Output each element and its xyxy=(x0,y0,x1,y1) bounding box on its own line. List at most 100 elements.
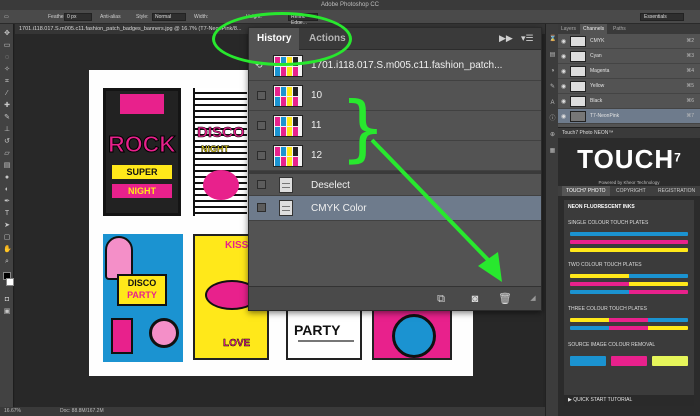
resize-grip-icon[interactable]: ◢ xyxy=(525,291,541,307)
eye-icon[interactable]: ◉ xyxy=(561,113,566,120)
new-document-icon[interactable]: ⧉ xyxy=(433,291,449,307)
two-plate-pink-yellow-button[interactable] xyxy=(570,282,688,286)
history-brush-source-checkbox[interactable] xyxy=(257,180,266,189)
history-snapshot-row[interactable]: 11 xyxy=(249,111,541,141)
healing-tool-icon[interactable]: ✚ xyxy=(3,102,11,110)
eraser-tool-icon[interactable]: ▱ xyxy=(3,150,11,158)
history-brush-source-icon[interactable]: ⟲ xyxy=(255,60,263,71)
history-brush-tool-icon[interactable]: ↺ xyxy=(3,138,11,146)
disco2-text: DISCO xyxy=(127,278,157,288)
quick-mask-icon[interactable]: ◘ xyxy=(3,296,11,304)
single-plate-pink-button[interactable] xyxy=(570,240,688,244)
marquee-tool-icon[interactable]: ▭ xyxy=(4,13,9,21)
brush-panel-icon[interactable]: ✎ xyxy=(549,84,556,91)
channel-thumbnail xyxy=(570,51,586,62)
antialias-checkbox-label[interactable]: Anti-alias xyxy=(100,13,121,21)
history-panel-icon[interactable]: ⌛ xyxy=(549,36,556,43)
tab-copyright[interactable]: COPYRIGHT xyxy=(612,186,650,196)
swatches-panel-icon[interactable]: ▦ xyxy=(549,148,556,155)
three-plate-alt-button[interactable] xyxy=(570,326,688,330)
three-plate-button[interactable] xyxy=(570,318,688,322)
channel-thumbnail xyxy=(570,96,586,107)
history-snapshot-row[interactable]: ⟲ 1701.i118.017.S.m005.c11.fashion_patch… xyxy=(249,51,541,81)
lasso-tool-icon[interactable]: ◌ xyxy=(3,54,11,62)
properties-panel-icon[interactable]: ▤ xyxy=(549,52,556,59)
channel-row[interactable]: ◉ Black ⌘6 xyxy=(558,94,700,109)
tab-actions[interactable]: Actions xyxy=(301,28,354,50)
channel-row[interactable]: ◉ Yellow ⌘5 xyxy=(558,79,700,94)
marquee-tool-icon[interactable]: ▭ xyxy=(3,42,11,50)
history-brush-source-checkbox[interactable] xyxy=(257,151,266,160)
blur-tool-icon[interactable]: ● xyxy=(3,174,11,182)
tab-paths[interactable]: Paths xyxy=(610,24,629,34)
single-plate-cyan-button[interactable] xyxy=(570,232,688,236)
character-panel-icon[interactable]: A xyxy=(549,100,556,107)
type-tool-icon[interactable]: T xyxy=(3,210,11,218)
workspace-select[interactable]: Essentials xyxy=(640,13,684,21)
single-plate-yellow-button[interactable] xyxy=(570,248,688,252)
pen-tool-icon[interactable]: ✒ xyxy=(3,198,11,206)
magic-wand-tool-icon[interactable]: ✧ xyxy=(3,66,11,74)
history-row-label: 1701.i118.017.S.m005.c11.fashion_patch..… xyxy=(311,60,503,71)
remove-cyan-button[interactable] xyxy=(570,356,606,366)
tab-history[interactable]: History xyxy=(249,28,300,50)
channel-row[interactable]: ◉ T7-NeonPink ⌘7 xyxy=(558,109,700,124)
channel-name: Black xyxy=(590,98,603,104)
quick-start-tutorial-link[interactable]: ▶ QUICK START TUTORIAL xyxy=(564,395,694,406)
channel-row[interactable]: ◉ Cyan ⌘3 xyxy=(558,49,700,64)
zoom-tool-icon[interactable]: ⌕ xyxy=(3,258,11,266)
channel-thumbnail xyxy=(570,111,586,122)
shape-tool-icon[interactable]: ▢ xyxy=(3,234,11,242)
history-state-row[interactable]: Deselect xyxy=(249,171,541,196)
screen-mode-icon[interactable]: ▣ xyxy=(3,308,11,316)
refine-edge-button[interactable]: Refine Edge... xyxy=(288,13,318,26)
channel-row[interactable]: ◉ CMYK ⌘2 xyxy=(558,34,700,49)
remove-yellow-button[interactable] xyxy=(652,356,688,366)
eyedropper-tool-icon[interactable]: ⁄ xyxy=(3,90,11,98)
hand-tool-icon[interactable]: ✋ xyxy=(3,246,12,254)
adjustments-panel-icon[interactable]: ◑ xyxy=(549,68,556,75)
tab-touch7-photo[interactable]: TOUCH7 PHOTO xyxy=(562,186,610,196)
stamp-tool-icon[interactable]: ⊥ xyxy=(3,126,11,134)
zoom-level[interactable]: 16.67% xyxy=(4,407,21,416)
eye-icon[interactable]: ◉ xyxy=(561,38,566,45)
info-panel-icon[interactable]: ⓘ xyxy=(549,116,556,123)
two-plate-cyan-pink-button[interactable] xyxy=(570,290,688,294)
history-snapshot-row[interactable]: 12 xyxy=(249,141,541,171)
remove-pink-button[interactable] xyxy=(611,356,647,366)
eye-icon[interactable]: ◉ xyxy=(561,68,566,75)
quick-start-label: QUICK START TUTORIAL xyxy=(573,397,633,403)
navigator-panel-icon[interactable]: ⊕ xyxy=(549,132,556,139)
history-brush-source-checkbox[interactable] xyxy=(257,91,266,100)
dodge-tool-icon[interactable]: ◐ xyxy=(3,186,11,194)
double-chevron-right-icon[interactable]: ▶▶ xyxy=(499,33,513,44)
crop-tool-icon[interactable]: ⌗ xyxy=(3,78,11,86)
history-row-label: 12 xyxy=(311,150,323,161)
history-state-row[interactable]: CMYK Color xyxy=(249,196,541,221)
history-brush-source-checkbox[interactable] xyxy=(257,121,266,130)
eye-icon[interactable]: ◉ xyxy=(561,83,566,90)
channel-row[interactable]: ◉ Magenta ⌘4 xyxy=(558,64,700,79)
history-snapshot-row[interactable]: 10 xyxy=(249,81,541,111)
disco-party-card: DISCO PARTY xyxy=(103,234,183,362)
move-tool-icon[interactable]: ✥ xyxy=(3,30,11,38)
path-selection-tool-icon[interactable]: ➤ xyxy=(3,222,11,230)
history-brush-source-checkbox[interactable] xyxy=(257,203,266,212)
eye-icon[interactable]: ◉ xyxy=(561,98,566,105)
tab-layers[interactable]: Layers xyxy=(558,24,579,34)
trash-icon[interactable]: 🗑 xyxy=(497,291,513,307)
style-select[interactable]: Normal xyxy=(152,13,186,21)
gradient-tool-icon[interactable]: ▤ xyxy=(3,162,11,170)
eye-icon[interactable]: ◉ xyxy=(561,53,566,60)
camera-icon[interactable]: ◙ xyxy=(467,291,483,307)
document-tab-title: 1701.i118.017.S.m005.c11.fashion_patch_b… xyxy=(19,26,242,32)
party-big-text: PARTY xyxy=(294,322,341,338)
brush-tool-icon[interactable]: ✎ xyxy=(3,114,11,122)
panel-menu-icon[interactable]: ▾☰ xyxy=(521,33,534,44)
snapshot-thumbnail xyxy=(273,145,303,167)
tab-channels[interactable]: Channels xyxy=(580,24,608,34)
tab-registration[interactable]: REGISTRATION xyxy=(654,186,699,196)
background-color-swatch[interactable] xyxy=(6,278,14,286)
feather-input[interactable]: 0 px xyxy=(64,13,92,21)
two-plate-yellow-cyan-button[interactable] xyxy=(570,274,688,278)
